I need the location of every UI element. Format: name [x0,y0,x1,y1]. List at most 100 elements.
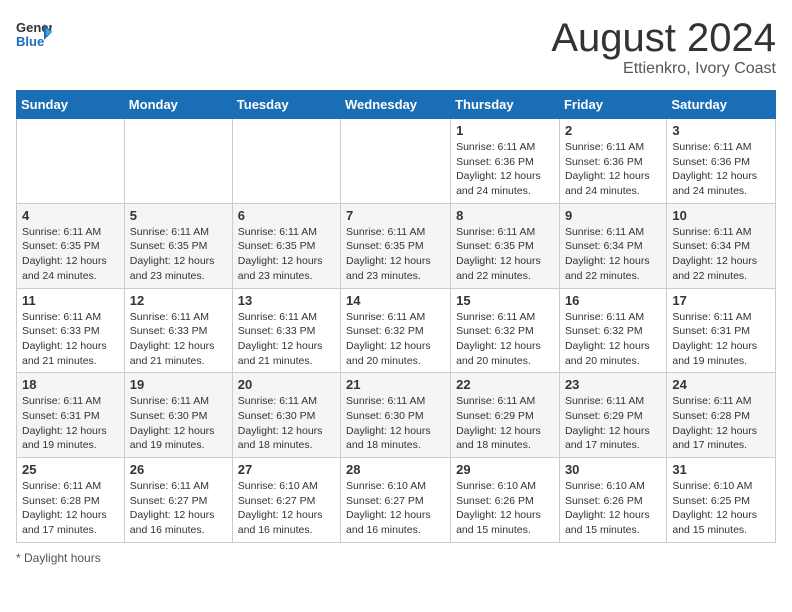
calendar-cell: 23 Sunrise: 6:11 AM Sunset: 6:29 PM Dayli… [559,373,666,458]
day-number: 4 [22,208,119,223]
day-number: 3 [672,123,770,138]
day-number: 31 [672,462,770,477]
day-number: 21 [346,377,445,392]
day-info: Sunrise: 6:11 AM Sunset: 6:35 PM Dayligh… [238,225,335,284]
calendar-week-5: 25 Sunrise: 6:11 AM Sunset: 6:28 PM Dayli… [17,458,776,543]
calendar-cell: 9Sunrise: 6:11 AM Sunset: 6:34 PM Daylig… [559,203,666,288]
col-header-monday: Monday [124,91,232,119]
title-area: August 2024 Ettienkro, Ivory Coast [551,16,776,78]
day-info: Sunrise: 6:11 AM Sunset: 6:30 PM Dayligh… [130,394,227,453]
calendar-cell: 2 Sunrise: 6:11 AM Sunset: 6:36 PM Daylig… [559,119,666,204]
day-number: 27 [238,462,335,477]
logo-icon: General Blue [16,16,52,52]
calendar-cell: 25 Sunrise: 6:11 AM Sunset: 6:28 PM Dayli… [17,458,125,543]
header: General Blue August 2024 Ettienkro, Ivor… [16,16,776,78]
day-info: Sunrise: 6:11 AM Sunset: 6:29 PM Dayligh… [565,394,661,453]
day-info: Sunrise: 6:11 AM Sunset: 6:32 PM Dayligh… [456,310,554,369]
calendar-cell: 7 Sunrise: 6:11 AM Sunset: 6:35 PM Daylig… [341,203,451,288]
day-number: 15 [456,293,554,308]
day-number: 7 [346,208,445,223]
day-number: 18 [22,377,119,392]
col-header-thursday: Thursday [451,91,560,119]
day-info: Sunrise: 6:11 AM Sunset: 6:34 PM Dayligh… [565,225,661,284]
day-number: 10 [672,208,770,223]
day-number: 24 [672,377,770,392]
calendar-table: SundayMondayTuesdayWednesdayThursdayFrid… [16,90,776,543]
calendar-week-3: 11 Sunrise: 6:11 AM Sunset: 6:33 PM Dayli… [17,288,776,373]
calendar-cell: 27 Sunrise: 6:10 AM Sunset: 6:27 PM Dayli… [232,458,340,543]
day-info: Sunrise: 6:11 AM Sunset: 6:36 PM Dayligh… [565,140,661,199]
day-number: 17 [672,293,770,308]
calendar-cell: 10 Sunrise: 6:11 AM Sunset: 6:34 PM Dayli… [667,203,776,288]
calendar-cell: 3 Sunrise: 6:11 AM Sunset: 6:36 PM Daylig… [667,119,776,204]
calendar-cell: 17 Sunrise: 6:11 AM Sunset: 6:31 PM Dayli… [667,288,776,373]
day-info: Sunrise: 6:11 AM Sunset: 6:27 PM Dayligh… [130,479,227,538]
calendar-cell: 6 Sunrise: 6:11 AM Sunset: 6:35 PM Daylig… [232,203,340,288]
footer-label: Daylight hours [24,551,101,565]
logo-area: General Blue [16,16,52,52]
day-number: 29 [456,462,554,477]
svg-text:Blue: Blue [16,34,44,49]
day-info: Sunrise: 6:11 AM Sunset: 6:28 PM Dayligh… [22,479,119,538]
day-number: 30 [565,462,661,477]
day-number: 14 [346,293,445,308]
day-info: Sunrise: 6:11 AM Sunset: 6:33 PM Dayligh… [130,310,227,369]
calendar-cell [17,119,125,204]
calendar-cell: 20Sunrise: 6:11 AM Sunset: 6:30 PM Dayli… [232,373,340,458]
day-info: Sunrise: 6:11 AM Sunset: 6:33 PM Dayligh… [238,310,335,369]
calendar-cell: 31 Sunrise: 6:10 AM Sunset: 6:25 PM Dayli… [667,458,776,543]
day-number: 12 [130,293,227,308]
page-container: General Blue August 2024 Ettienkro, Ivor… [16,16,776,565]
month-title: August 2024 [551,16,776,60]
location-subtitle: Ettienkro, Ivory Coast [551,60,776,78]
day-number: 16 [565,293,661,308]
day-info: Sunrise: 6:11 AM Sunset: 6:36 PM Dayligh… [456,140,554,199]
day-info: Sunrise: 6:11 AM Sunset: 6:35 PM Dayligh… [346,225,445,284]
day-info: Sunrise: 6:10 AM Sunset: 6:27 PM Dayligh… [238,479,335,538]
day-number: 28 [346,462,445,477]
calendar-cell: 29 Sunrise: 6:10 AM Sunset: 6:26 PM Dayli… [451,458,560,543]
day-number: 26 [130,462,227,477]
day-info: Sunrise: 6:11 AM Sunset: 6:32 PM Dayligh… [565,310,661,369]
day-info: Sunrise: 6:10 AM Sunset: 6:27 PM Dayligh… [346,479,445,538]
col-header-wednesday: Wednesday [341,91,451,119]
calendar-cell: 5Sunrise: 6:11 AM Sunset: 6:35 PM Daylig… [124,203,232,288]
calendar-cell: 8 Sunrise: 6:11 AM Sunset: 6:35 PM Daylig… [451,203,560,288]
calendar-cell: 15 Sunrise: 6:11 AM Sunset: 6:32 PM Dayli… [451,288,560,373]
day-number: 6 [238,208,335,223]
day-info: Sunrise: 6:11 AM Sunset: 6:32 PM Dayligh… [346,310,445,369]
calendar-cell: 14 Sunrise: 6:11 AM Sunset: 6:32 PM Dayli… [341,288,451,373]
day-info: Sunrise: 6:11 AM Sunset: 6:33 PM Dayligh… [22,310,119,369]
calendar-cell: 16 Sunrise: 6:11 AM Sunset: 6:32 PM Dayli… [559,288,666,373]
calendar-cell: 4 Sunrise: 6:11 AM Sunset: 6:35 PM Daylig… [17,203,125,288]
day-number: 11 [22,293,119,308]
calendar-cell [232,119,340,204]
day-info: Sunrise: 6:10 AM Sunset: 6:25 PM Dayligh… [672,479,770,538]
col-header-tuesday: Tuesday [232,91,340,119]
calendar-cell: 21Sunrise: 6:11 AM Sunset: 6:30 PM Dayli… [341,373,451,458]
calendar-cell: 22 Sunrise: 6:11 AM Sunset: 6:29 PM Dayli… [451,373,560,458]
day-number: 20 [238,377,335,392]
day-info: Sunrise: 6:11 AM Sunset: 6:35 PM Dayligh… [22,225,119,284]
calendar-cell [341,119,451,204]
day-number: 22 [456,377,554,392]
day-number: 8 [456,208,554,223]
day-info: Sunrise: 6:11 AM Sunset: 6:31 PM Dayligh… [672,310,770,369]
calendar-cell: 26 Sunrise: 6:11 AM Sunset: 6:27 PM Dayli… [124,458,232,543]
day-info: Sunrise: 6:10 AM Sunset: 6:26 PM Dayligh… [565,479,661,538]
day-number: 25 [22,462,119,477]
day-info: Sunrise: 6:11 AM Sunset: 6:34 PM Dayligh… [672,225,770,284]
day-info: Sunrise: 6:11 AM Sunset: 6:31 PM Dayligh… [22,394,119,453]
calendar-cell: 24Sunrise: 6:11 AM Sunset: 6:28 PM Dayli… [667,373,776,458]
calendar-cell: 28 Sunrise: 6:10 AM Sunset: 6:27 PM Dayli… [341,458,451,543]
col-header-friday: Friday [559,91,666,119]
day-number: 23 [565,377,661,392]
calendar-header-row: SundayMondayTuesdayWednesdayThursdayFrid… [17,91,776,119]
day-info: Sunrise: 6:11 AM Sunset: 6:29 PM Dayligh… [456,394,554,453]
calendar-cell: 30 Sunrise: 6:10 AM Sunset: 6:26 PM Dayli… [559,458,666,543]
day-info: Sunrise: 6:11 AM Sunset: 6:36 PM Dayligh… [672,140,770,199]
day-info: Sunrise: 6:10 AM Sunset: 6:26 PM Dayligh… [456,479,554,538]
day-info: Sunrise: 6:11 AM Sunset: 6:35 PM Dayligh… [130,225,227,284]
day-number: 2 [565,123,661,138]
day-info: Sunrise: 6:11 AM Sunset: 6:35 PM Dayligh… [456,225,554,284]
